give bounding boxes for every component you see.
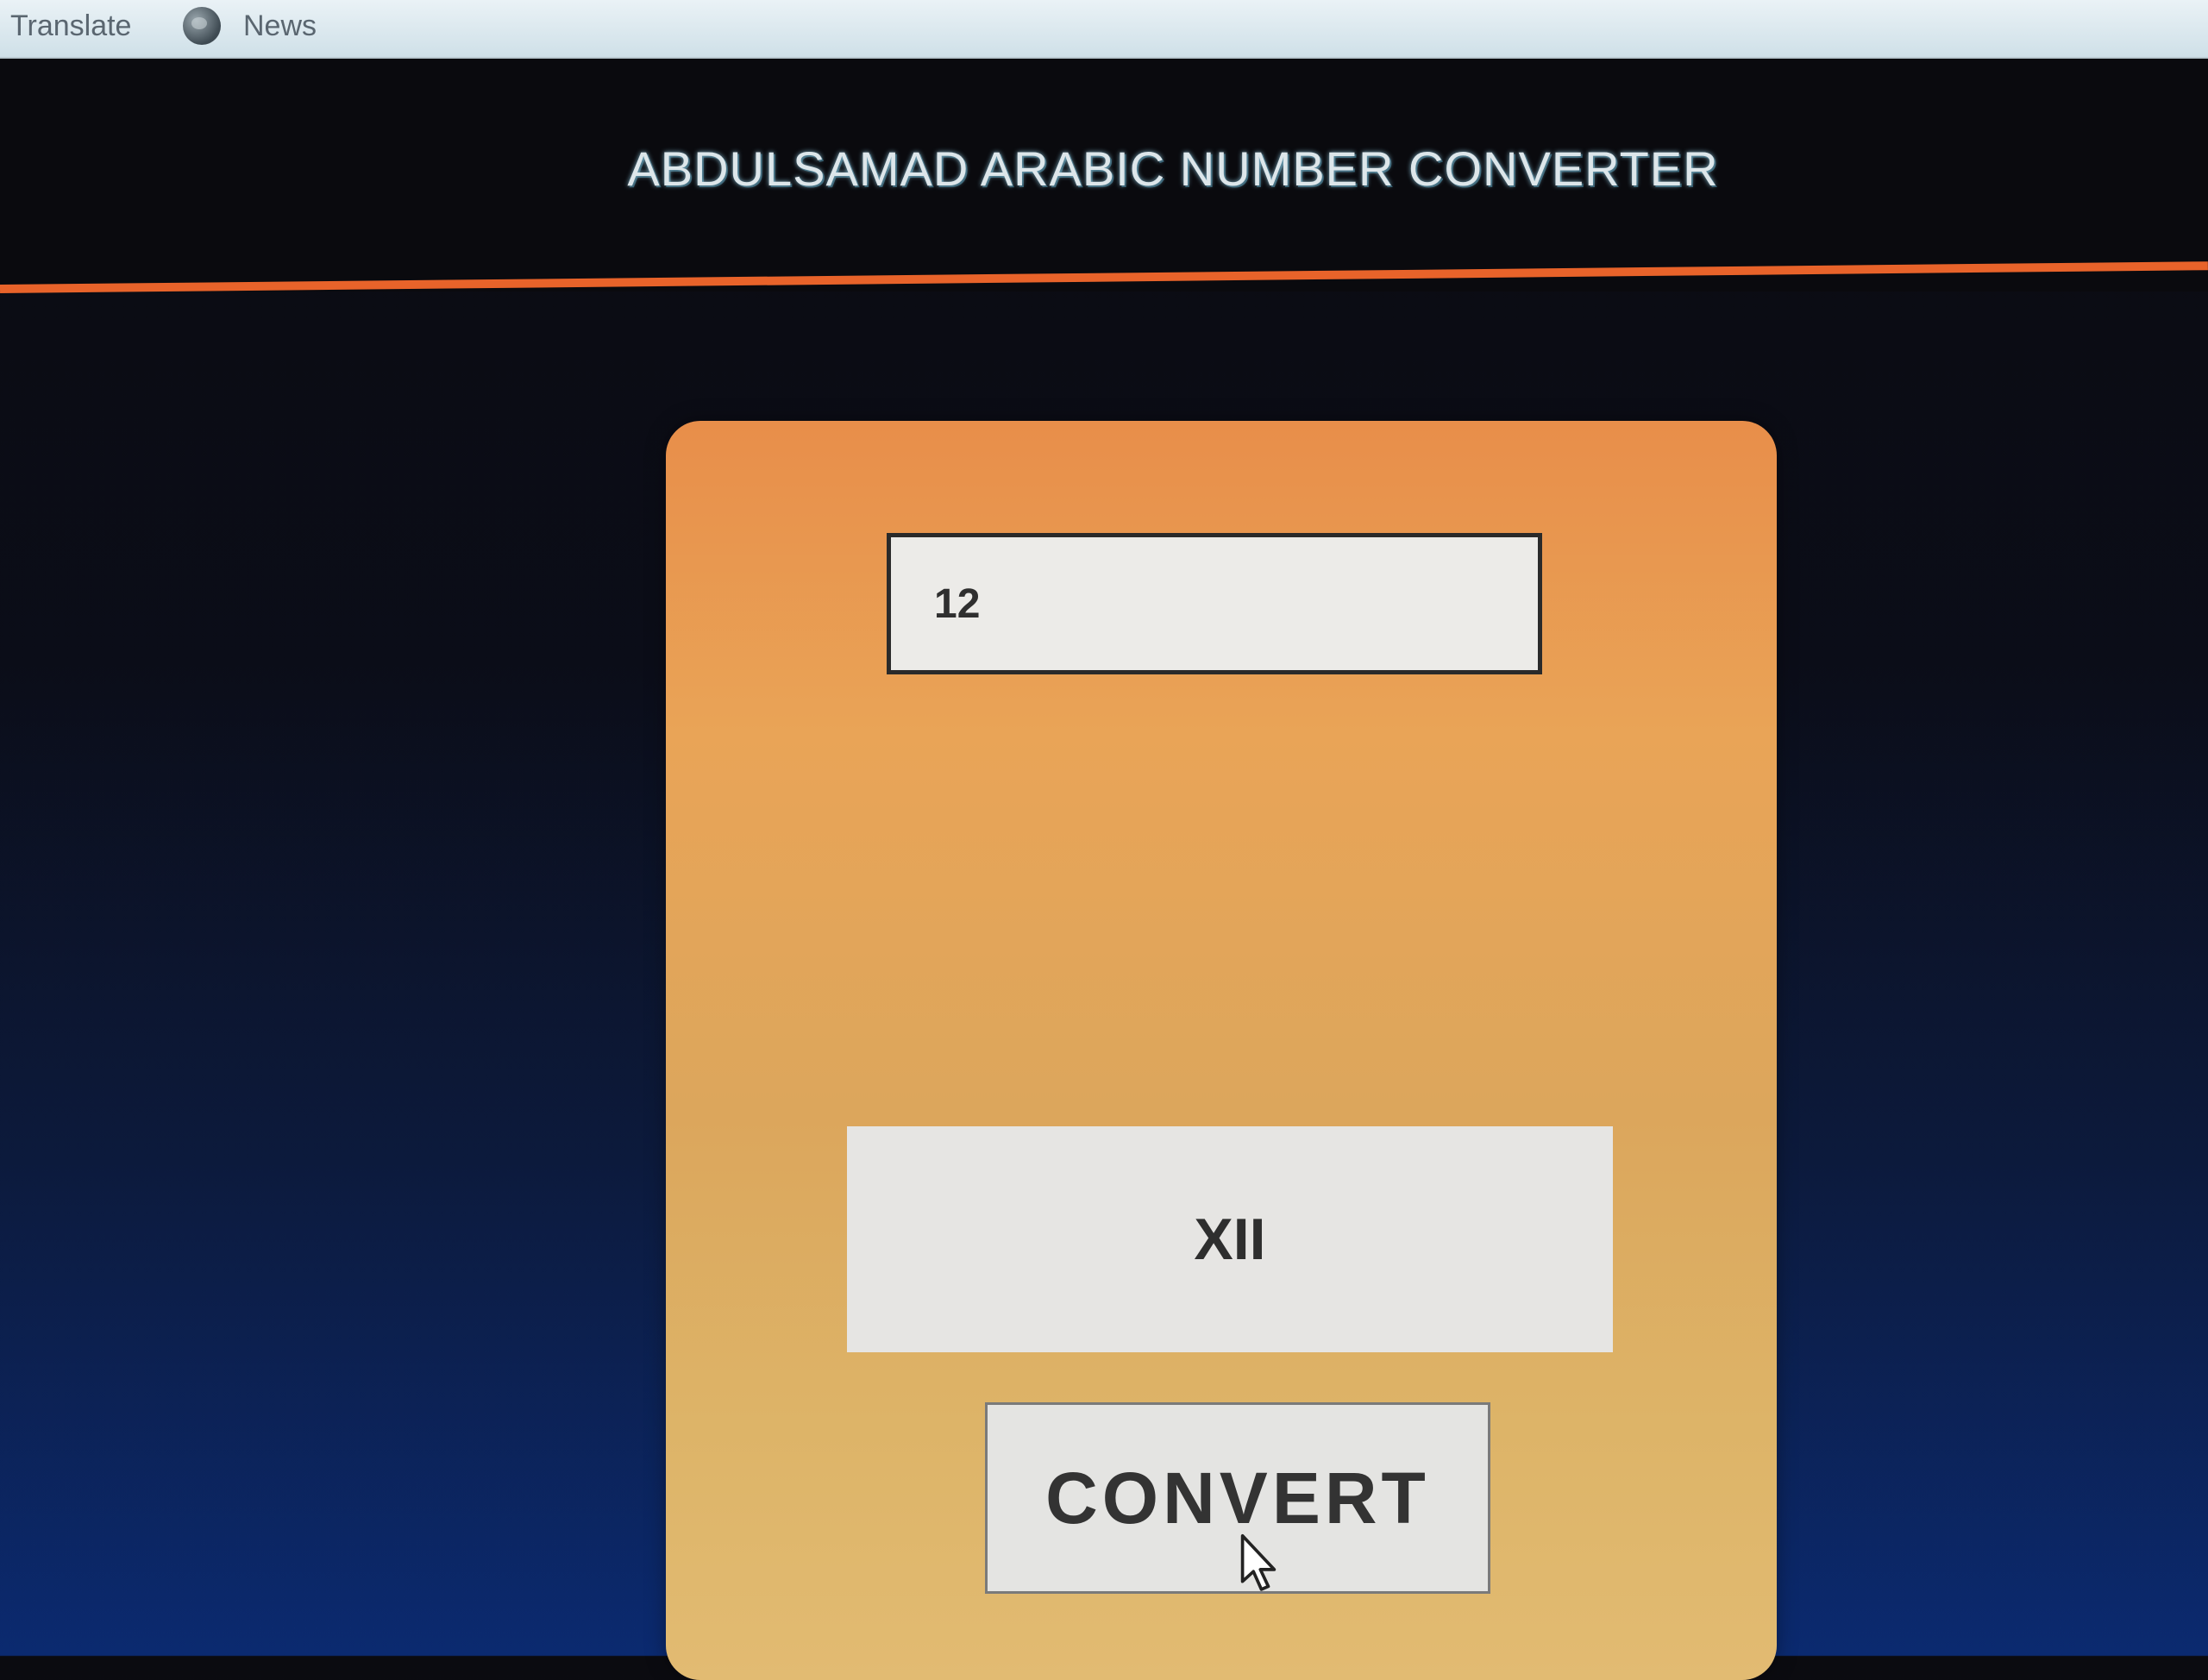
convert-button[interactable]: CONVERT bbox=[985, 1402, 1490, 1594]
roman-result-display: XII bbox=[847, 1126, 1613, 1352]
bookmark-news-label: News bbox=[243, 9, 317, 42]
mouse-pointer-icon bbox=[1240, 1533, 1276, 1591]
bookmark-translate-label: Translate bbox=[10, 9, 132, 42]
app-header: ABDULSAMAD ARABIC NUMBER CONVERTER bbox=[0, 59, 2208, 291]
bookmark-news[interactable]: News bbox=[183, 7, 317, 45]
converter-card: XII CONVERT bbox=[666, 421, 1777, 1680]
arabic-number-input[interactable] bbox=[887, 533, 1542, 674]
browser-bookmarks-bar: Translate News bbox=[0, 0, 2208, 59]
app-title: ABDULSAMAD ARABIC NUMBER CONVERTER bbox=[627, 141, 1719, 196]
bookmark-translate[interactable]: Translate bbox=[10, 7, 131, 45]
globe-icon bbox=[183, 7, 221, 45]
